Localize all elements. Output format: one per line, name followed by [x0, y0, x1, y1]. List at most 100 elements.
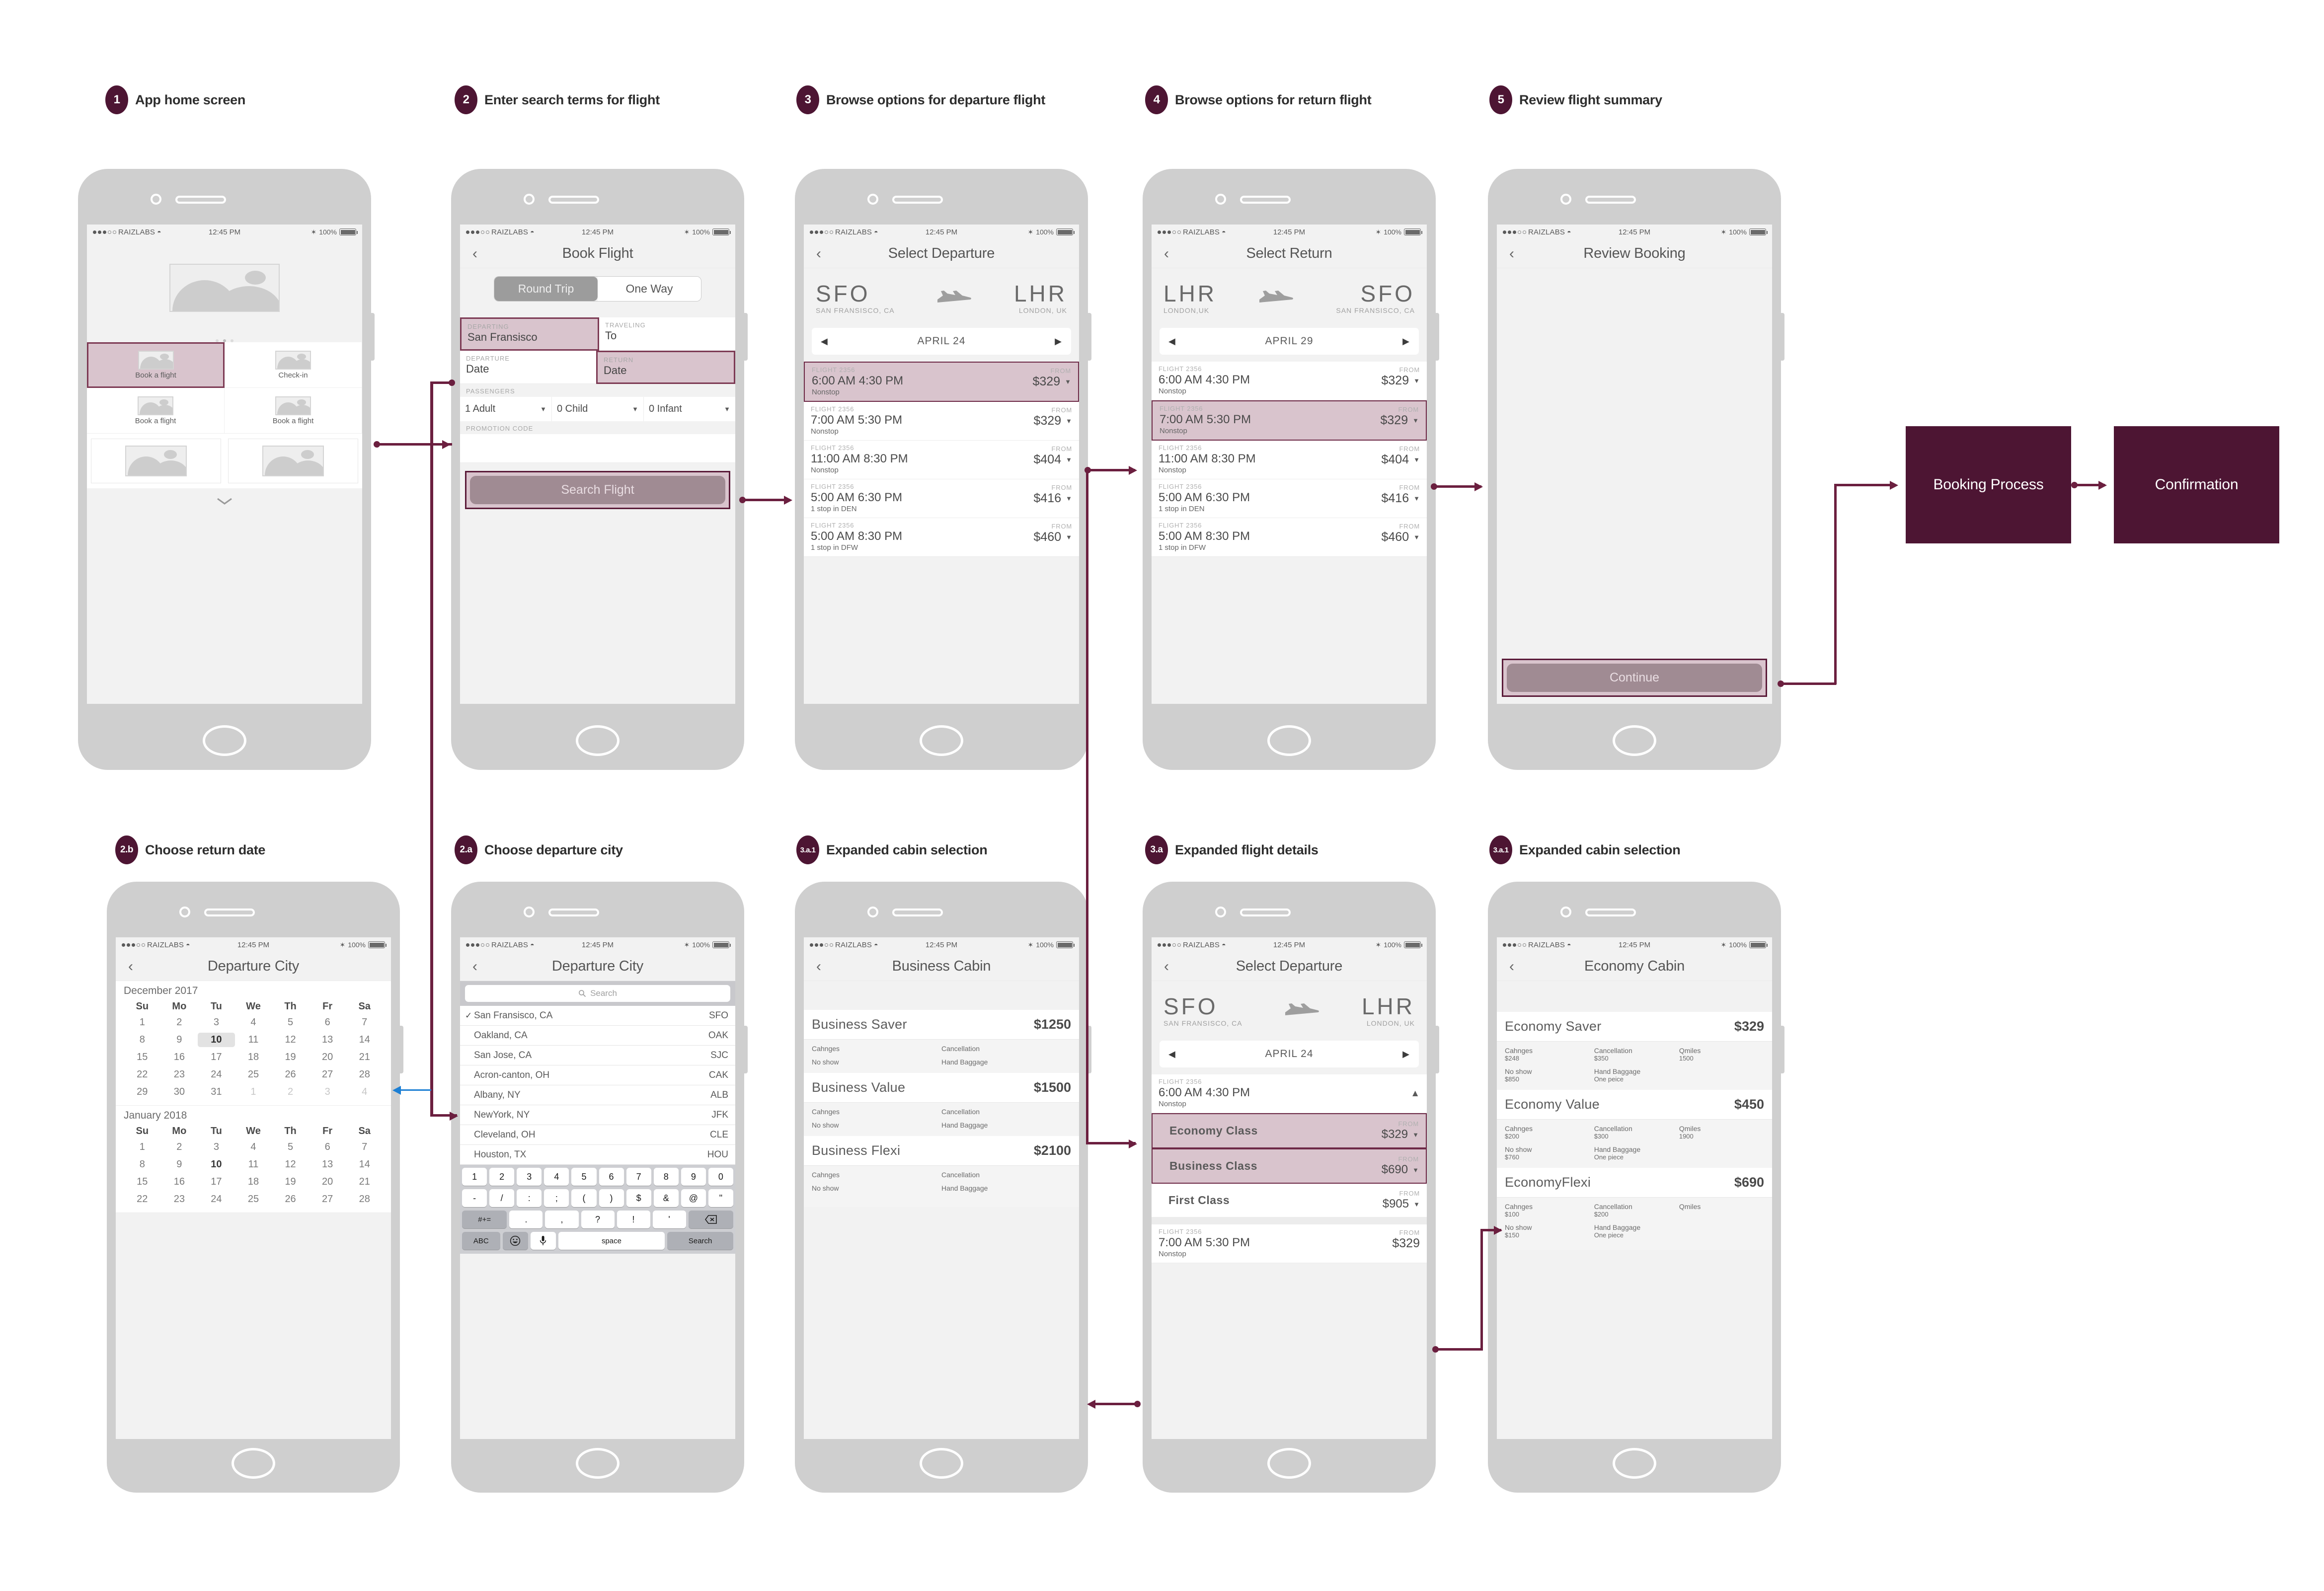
flight-row[interactable]: FLIGHT 2356 5:00 AM 6:30 PM 1 stop in DE… [1152, 479, 1427, 518]
power-button[interactable] [744, 1026, 748, 1073]
calendar-day[interactable]: 5 [272, 1015, 309, 1030]
tile-book-a-flight-3[interactable]: Book a flight [225, 388, 362, 434]
next-day-button[interactable]: ▶ [1402, 336, 1410, 347]
fare-header[interactable]: Economy Value $450 [1497, 1090, 1772, 1120]
calendar-day[interactable]: 11 [235, 1157, 272, 1172]
chevron-down-icon[interactable]: ▼ [1066, 456, 1072, 463]
calendar-day[interactable]: 22 [124, 1067, 161, 1082]
city-row[interactable]: San Jose, CA SJC [460, 1046, 735, 1065]
flight-row[interactable]: FLIGHT 2356 5:00 AM 8:30 PM 1 stop in DF… [1152, 518, 1427, 557]
traveling-to-field[interactable]: TRAVELING To [599, 317, 735, 351]
key-period[interactable]: . [509, 1211, 543, 1228]
chevron-down-icon[interactable]: ▼ [1412, 1166, 1419, 1174]
calendar-day[interactable]: 1 [124, 1015, 161, 1030]
calendar-day[interactable]: 21 [346, 1050, 383, 1064]
chevron-down-icon[interactable]: ▼ [1412, 1131, 1419, 1138]
adult-count-select[interactable]: 1 Adult ▼ [460, 397, 552, 421]
date-stepper[interactable]: ◀ APRIL 29 ▶ [1160, 328, 1419, 355]
calendar-day[interactable]: 12 [272, 1157, 309, 1172]
calendar-day[interactable]: 26 [272, 1067, 309, 1082]
key-quote[interactable]: " [708, 1189, 733, 1207]
microphone-icon[interactable] [530, 1232, 556, 1250]
city-row[interactable]: NewYork, NY JFK [460, 1105, 735, 1125]
flight-row[interactable]: FLIGHT 2356 7:00 AM 5:30 PM Nonstop FROM… [1152, 400, 1427, 441]
fare-header[interactable]: Business Value $1500 [804, 1073, 1079, 1103]
carousel-dots[interactable] [87, 336, 362, 342]
calendar-day[interactable]: 3 [198, 1015, 235, 1030]
key-slash[interactable]: / [489, 1189, 515, 1207]
continue-button[interactable]: Continue [1507, 664, 1762, 692]
home-button[interactable] [232, 1448, 275, 1479]
home-button[interactable] [576, 1448, 620, 1479]
chevron-down-icon[interactable]: ▼ [1413, 456, 1420, 463]
key-8[interactable]: 8 [653, 1168, 679, 1186]
calendar-day[interactable]: 19 [272, 1175, 309, 1189]
calendar-day[interactable]: 24 [198, 1192, 235, 1207]
key-5[interactable]: 5 [571, 1168, 597, 1186]
date-stepper[interactable]: ◀ APRIL 24 ▶ [1160, 1041, 1419, 1067]
calendar-day-outside[interactable]: 1 [235, 1085, 272, 1099]
city-row[interactable]: Houston, TX HOU [460, 1145, 735, 1165]
calendar-day[interactable]: 28 [346, 1067, 383, 1082]
home-button[interactable] [1613, 1448, 1656, 1479]
calendar-day[interactable]: 13 [309, 1033, 346, 1047]
calendar-day[interactable]: 6 [309, 1015, 346, 1030]
key-dollar[interactable]: $ [626, 1189, 651, 1207]
fare-header[interactable]: Business Saver $1250 [804, 1010, 1079, 1040]
calendar-day[interactable]: 3 [198, 1140, 235, 1154]
key-6[interactable]: 6 [599, 1168, 624, 1186]
chevron-down-icon[interactable]: ▼ [1413, 1201, 1420, 1208]
emoji-icon[interactable] [502, 1232, 528, 1250]
calendar-day[interactable]: 17 [198, 1175, 235, 1189]
flight-row[interactable]: FLIGHT 2356 6:00 AM 4:30 PM Nonstop FROM… [804, 362, 1079, 402]
fare-header[interactable]: EconomyFlexi $690 [1497, 1168, 1772, 1198]
calendar-day-outside[interactable]: 3 [309, 1085, 346, 1099]
cabin-class-row[interactable]: Economy Class FROM $329 ▼ [1152, 1113, 1427, 1148]
key-symbols-toggle[interactable]: #+= [462, 1211, 507, 1228]
calendar-day[interactable]: 25 [235, 1067, 272, 1082]
power-button[interactable] [1781, 1026, 1784, 1073]
departure-date-field[interactable]: DEPARTURE Date [460, 351, 596, 384]
prev-day-button[interactable]: ◀ [1168, 1049, 1176, 1060]
power-button[interactable] [371, 313, 375, 361]
booking-process-box[interactable]: Booking Process [1906, 426, 2071, 543]
city-row[interactable]: Albany, NY ALB [460, 1085, 735, 1105]
fare-header[interactable]: Economy Saver $329 [1497, 1012, 1772, 1042]
next-day-button[interactable]: ▶ [1055, 336, 1062, 347]
chevron-down-icon[interactable]: ▼ [1066, 417, 1072, 425]
calendar-day[interactable]: 6 [309, 1140, 346, 1154]
chevron-down-icon[interactable]: ▼ [1066, 533, 1072, 541]
flight-row-expanded[interactable]: FLIGHT 2356 6:00 AM 4:30 PM Nonstop ▲ [1152, 1074, 1427, 1113]
cabin-class-row[interactable]: First Class FROM $905 ▼ [1152, 1184, 1427, 1217]
calendar-day[interactable]: 16 [161, 1050, 198, 1064]
search-input[interactable]: Search [465, 985, 730, 1002]
flight-row[interactable]: FLIGHT 2356 7:00 AM 5:30 PM Nonstop FROM… [1152, 1224, 1427, 1263]
calendar-day[interactable]: 27 [309, 1067, 346, 1082]
key-semicolon[interactable]: ; [544, 1189, 569, 1207]
chevron-down-icon[interactable]: ▼ [1413, 377, 1420, 384]
promo-card-2[interactable] [228, 439, 358, 483]
calendar-day[interactable]: 15 [124, 1050, 161, 1064]
power-button[interactable] [1781, 313, 1784, 361]
home-button[interactable] [203, 725, 246, 756]
calendar-day-today[interactable]: 10 [198, 1157, 235, 1172]
fare-header[interactable]: Business Flexi $2100 [804, 1136, 1079, 1166]
calendar-day[interactable]: 2 [161, 1140, 198, 1154]
expand-more-button[interactable] [87, 488, 362, 514]
infant-count-select[interactable]: 0 Infant ▼ [644, 397, 735, 421]
calendar-day[interactable]: 25 [235, 1192, 272, 1207]
key-hyphen[interactable]: - [462, 1189, 487, 1207]
trip-type-segmented-control[interactable]: Round Trip One Way [494, 276, 701, 302]
key-0[interactable]: 0 [708, 1168, 733, 1186]
calendar-day[interactable]: 27 [309, 1192, 346, 1207]
city-row-selected[interactable]: ✓ San Fransisco, CA SFO [460, 1006, 735, 1026]
calendar-day[interactable]: 1 [124, 1140, 161, 1154]
tile-book-a-flight-2[interactable]: Book a flight [87, 388, 225, 434]
chevron-up-icon[interactable]: ▲ [1410, 1088, 1420, 1099]
chevron-down-icon[interactable]: ▼ [1412, 417, 1419, 424]
power-button[interactable] [744, 313, 748, 361]
search-flight-button[interactable]: Search Flight [470, 476, 725, 504]
home-button[interactable] [1267, 1448, 1311, 1479]
calendar-day[interactable]: 7 [346, 1140, 383, 1154]
calendar-day[interactable]: 30 [161, 1085, 198, 1099]
